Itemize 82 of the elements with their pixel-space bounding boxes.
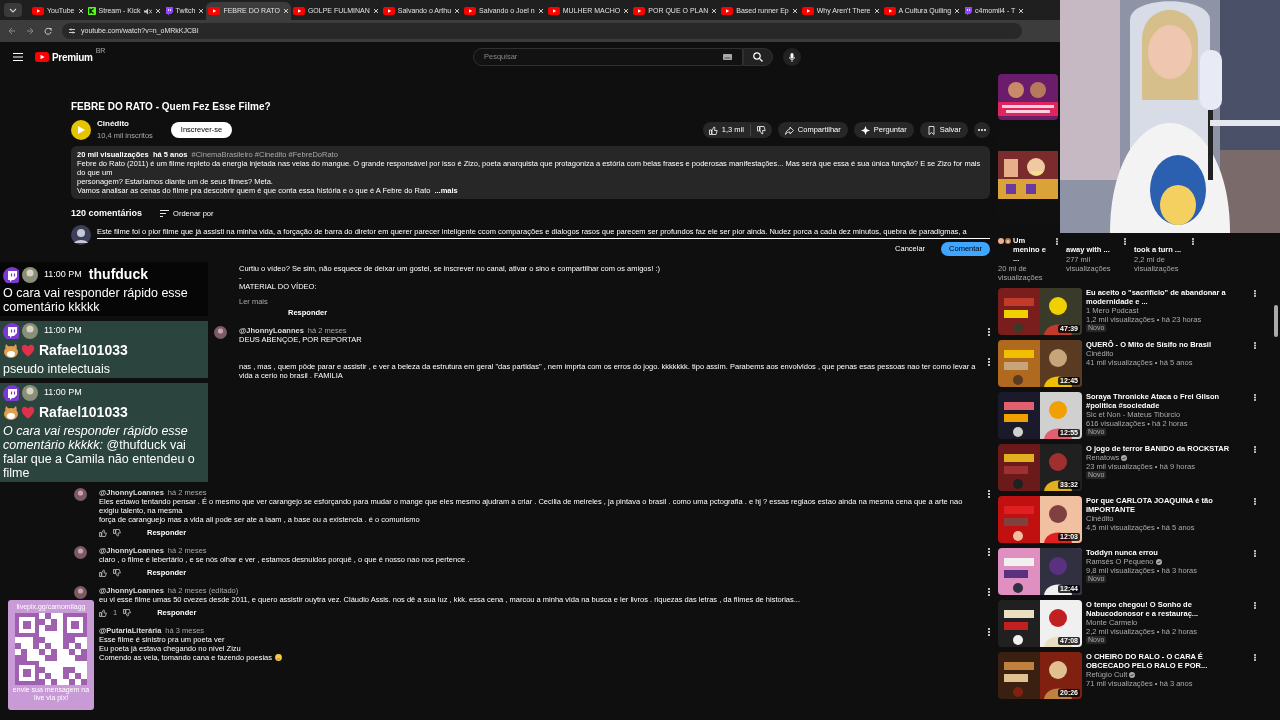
thumbs-up-icon[interactable]: [99, 568, 107, 577]
youtube-logo-icon: [721, 7, 734, 15]
chat-text: O cara vai responder rápido esse comentário kkkkk: [3, 286, 189, 314]
youtube-logo-icon: [382, 7, 395, 15]
thumbs-up-icon[interactable]: [99, 528, 107, 537]
description-panel[interactable]: [71, 146, 990, 199]
user-avatar-icon: [22, 266, 38, 283]
close-icon[interactable]: [77, 8, 84, 14]
microphone-icon: [789, 52, 795, 62]
thumbs-down-icon[interactable]: [123, 608, 132, 617]
thumbs-down-icon[interactable]: [113, 568, 121, 577]
youtube-logo-icon: [35, 52, 49, 62]
site-settings-icon: [68, 27, 76, 35]
keyboard-icon: [723, 54, 732, 60]
user-avatar-icon[interactable]: [74, 487, 87, 501]
more-button[interactable]: [974, 122, 990, 138]
twitch-logo-icon: [3, 385, 19, 401]
user-avatar-icon[interactable]: [74, 585, 87, 599]
microphone-button[interactable]: [783, 48, 801, 66]
comment-count: 120 comentários: [71, 207, 143, 220]
video-title: FEBRE DO RATO - Quem Fez Esse Filme?: [71, 101, 272, 113]
youtube-logo-icon: [464, 7, 477, 15]
channel-name[interactable]: Cinédito: [97, 118, 153, 131]
user-avatar-icon: [22, 323, 38, 339]
close-icon[interactable]: [198, 8, 205, 14]
qr-code-icon: [15, 613, 87, 685]
youtube-logo-icon: [208, 7, 221, 15]
chat-text: O cara vai responder rápido esse comentário kkkkk: @thufduck vai falar que a Camila não entendeu o filme: [3, 424, 196, 480]
twitch-logo-icon: [3, 323, 19, 339]
chat-username: Rafael101033: [39, 341, 128, 360]
youtube-logo-icon: [32, 7, 44, 15]
twitch-logo-icon: [164, 6, 173, 16]
share-icon: [784, 125, 794, 135]
reload-icon[interactable]: [44, 27, 52, 35]
search-button[interactable]: [743, 48, 773, 66]
kick-logo-icon: [87, 7, 96, 15]
sort-icon: [160, 210, 170, 218]
forward-icon[interactable]: [26, 27, 34, 35]
thumbs-up-icon[interactable]: [99, 608, 107, 617]
chat-time: 11:00 PM: [44, 324, 82, 338]
close-icon[interactable]: [791, 8, 798, 14]
chat-text: pseudo intelectuais: [3, 362, 112, 376]
user-avatar-icon[interactable]: [214, 325, 227, 339]
close-icon[interactable]: [873, 8, 880, 14]
search-icon: [753, 52, 763, 62]
close-icon[interactable]: [372, 8, 379, 14]
close-icon[interactable]: [1018, 8, 1025, 14]
thumbs-down-icon[interactable]: [113, 528, 121, 537]
close-icon[interactable]: [954, 8, 961, 14]
user-avatar-icon: [22, 385, 38, 401]
heart-badge-icon: [21, 406, 35, 419]
twitch-logo-icon: [3, 266, 19, 283]
youtube-logo-icon: [633, 7, 646, 15]
tab-list-icon[interactable]: [4, 3, 22, 17]
menu-icon[interactable]: [13, 53, 23, 61]
youtube-logo-icon: [801, 7, 814, 15]
thumbs-up-icon: [708, 125, 718, 135]
sparkle-icon: [860, 125, 870, 135]
emoji-monkey-icon: [1005, 238, 1011, 244]
chat-time: 11:00 PM: [44, 386, 82, 400]
close-icon[interactable]: [537, 8, 544, 14]
back-icon[interactable]: [8, 27, 16, 35]
user-avatar-icon: [71, 224, 91, 245]
scrollbar-thumb[interactable]: [1274, 305, 1278, 337]
youtube-logo-icon: [883, 7, 896, 15]
thumbs-down-icon: [756, 125, 766, 135]
youtube-logo-icon: [292, 7, 305, 15]
close-icon[interactable]: [623, 8, 630, 14]
close-icon[interactable]: [711, 8, 718, 14]
chat-username: Rafael101033: [39, 403, 128, 422]
user-avatar-icon[interactable]: [74, 545, 87, 559]
close-icon[interactable]: [154, 8, 161, 14]
chat-username: thufduck: [88, 265, 148, 284]
youtube-logo-icon: [547, 7, 560, 15]
channel-avatar-icon[interactable]: [71, 120, 91, 140]
close-icon[interactable]: [282, 8, 289, 14]
twitch-logo-icon: [964, 6, 973, 16]
close-icon[interactable]: [454, 8, 461, 14]
heart-badge-icon: [21, 344, 35, 357]
bookmark-icon: [926, 125, 936, 135]
emoji-face-icon: [998, 238, 1004, 244]
chat-time: 11:00 PM: [44, 267, 82, 281]
